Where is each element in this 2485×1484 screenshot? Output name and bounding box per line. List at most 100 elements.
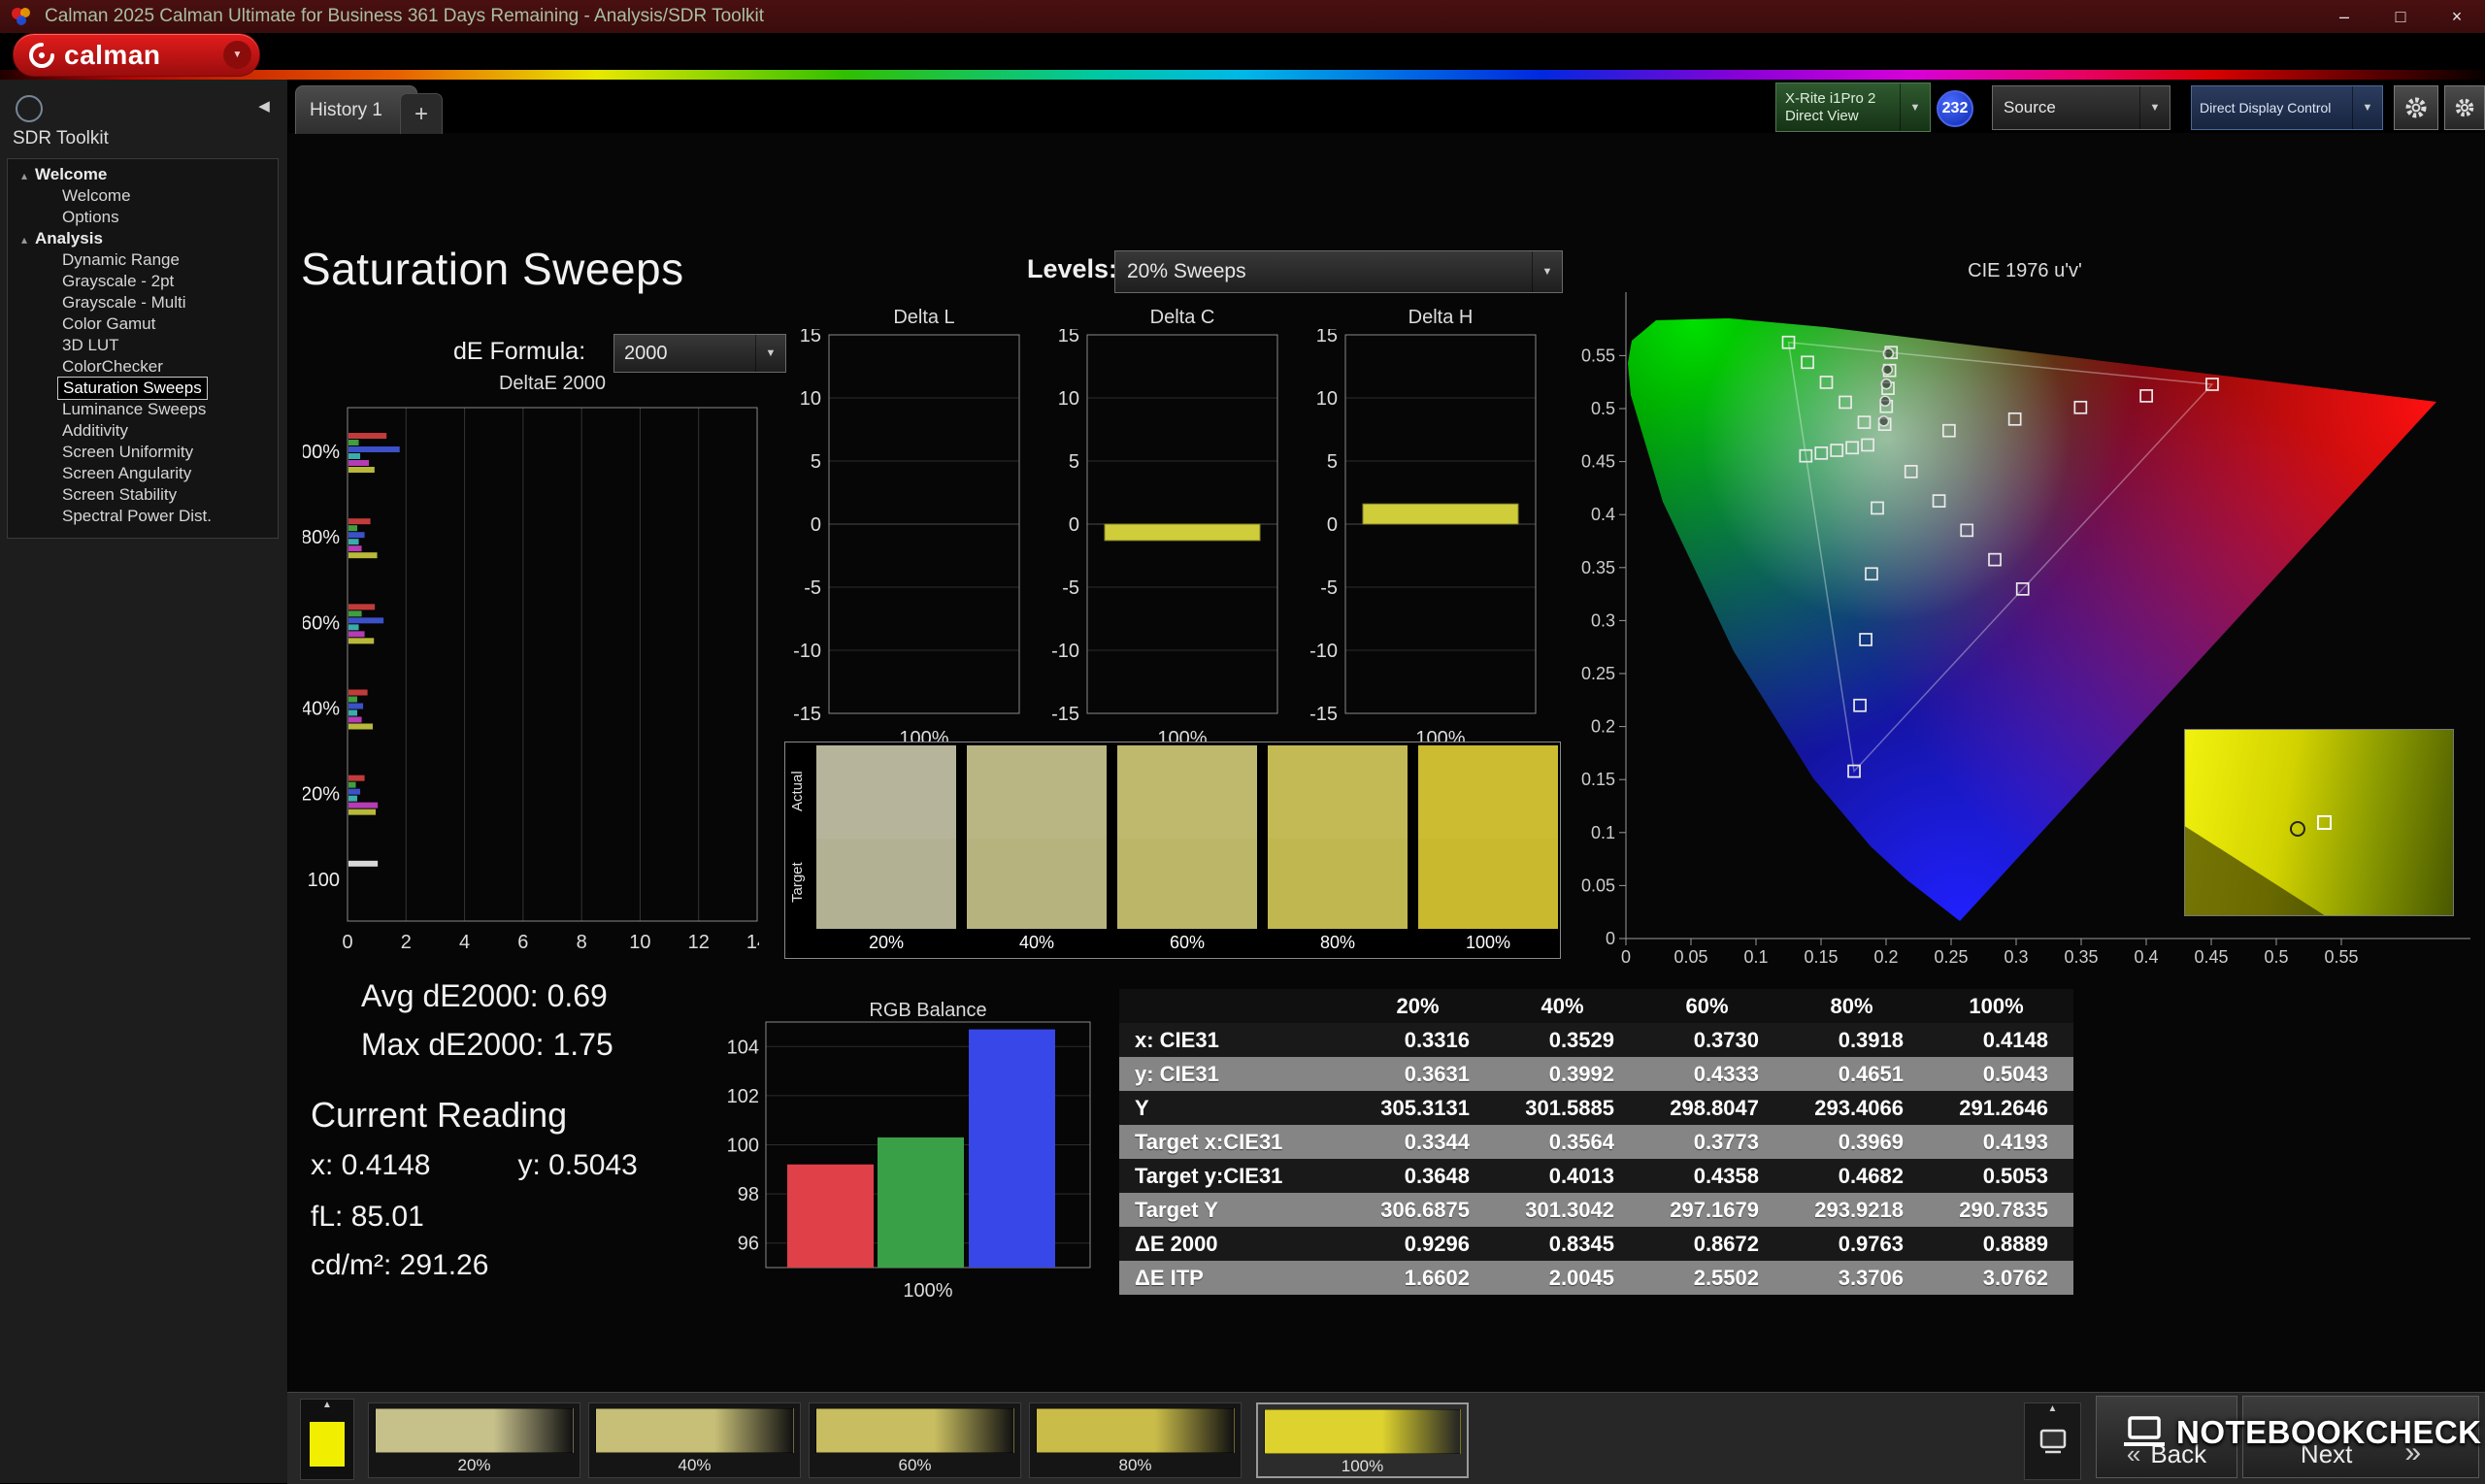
pattern-display-button[interactable] [2024,1402,2081,1480]
display-control-label: Direct Display Control [2200,100,2332,115]
pattern-level-60[interactable]: 60% [809,1402,1021,1478]
cell-value: 0.4358 [1693,1163,1759,1188]
cie-zoom-thumbnail[interactable] [2184,729,2454,916]
cie-chart-title: CIE 1976 u'v' [1968,260,2082,281]
row-label: Target Y [1135,1197,1218,1222]
sidebar-item-spectral-power-dist[interactable]: Spectral Power Dist. [8,506,278,527]
calman-menu-chevron-icon[interactable] [223,41,251,69]
sidebar-item-dynamic-range[interactable]: Dynamic Range [8,249,278,271]
svg-text:0.4: 0.4 [1591,505,1615,524]
sidebar-item-color-gamut[interactable]: Color Gamut [8,313,278,335]
pattern-level-100[interactable]: 100% [1256,1402,1469,1478]
levels-dropdown[interactable]: 20% Sweeps [1114,250,1563,293]
table-row-target-x-cie31: Target x:CIE31 0.3344 0.3564 0.3773 0.3969 0.… [1119,1125,2073,1159]
table-header-row: 20% 40% 60% 80% 100% [1119,989,2073,1023]
svg-text:0.3: 0.3 [2004,947,2028,967]
chevron-left-icon [2127,1439,2150,1469]
svg-text:0.3: 0.3 [1591,610,1615,630]
sidebar-item-luminance-sweeps[interactable]: Luminance Sweeps [8,399,278,420]
sidebar-item-additivity[interactable]: Additivity [8,420,278,442]
workflow-settings-button[interactable] [2444,85,2485,130]
cell-value: 290.7835 [1959,1197,2048,1222]
cell-value: 0.4148 [1982,1027,2048,1052]
reading-cdm2: cd/m²: 291.26 [311,1249,489,1281]
cell-value: 0.5053 [1982,1163,2048,1188]
cell-value: 0.4333 [1693,1061,1759,1086]
sidebar-item-options[interactable]: Options [8,207,278,228]
meter-count-badge[interactable]: 232 [1937,90,1973,127]
meter-dropdown[interactable]: X-Rite i1Pro 2 Direct View [1775,82,1931,132]
sidebar-item-screen-uniformity[interactable]: Screen Uniformity [8,442,278,463]
calman-menu-button[interactable]: calman [13,33,260,77]
minimize-button[interactable]: – [2316,0,2372,33]
table-row-target-y-cie31: Target y:CIE31 0.3648 0.4013 0.4358 0.4682 0.… [1119,1159,2073,1193]
cell-value: 0.3918 [1838,1027,1904,1052]
sidebar-item-grayscale-multi[interactable]: Grayscale - Multi [8,292,278,313]
svg-text:0.4: 0.4 [2134,947,2158,967]
svg-text:0.1: 0.1 [1591,823,1615,842]
settings-gear-button[interactable] [2394,85,2438,130]
sidebar-item-grayscale-2pt[interactable]: Grayscale - 2pt [8,271,278,292]
sidebar-item-colorchecker[interactable]: ColorChecker [8,356,278,378]
svg-text:0: 0 [811,514,821,536]
cell-value: 0.3564 [1548,1129,1614,1154]
de-formula-label: dE Formula: [453,338,586,365]
svg-text:0.2: 0.2 [1591,717,1615,737]
de-formula-dropdown[interactable]: 2000 [613,334,786,373]
table-row-e-2000: ΔE 2000 0.9296 0.8345 0.8672 0.9763 0.8889 [1119,1227,2073,1261]
svg-text:100%: 100% [903,1280,952,1302]
svg-text:0.5: 0.5 [1591,399,1615,418]
calman-swirl-icon [29,42,54,68]
source-dropdown[interactable]: Source [1992,85,2170,130]
cell-value: 0.4193 [1982,1129,2048,1154]
workflow-tree: WelcomeWelcomeOptionsAnalysisDynamic Ran… [7,158,279,539]
pattern-level-color [815,1408,1014,1453]
maximize-button[interactable]: □ [2372,0,2429,33]
sidebar-item-saturation-sweeps[interactable]: Saturation Sweeps [57,377,208,400]
pattern-window-button[interactable] [300,1399,354,1480]
source-label: Source [2004,98,2056,116]
sidebar-item-welcome[interactable]: Welcome [8,185,278,207]
sidebar-item-screen-stability[interactable]: Screen Stability [8,484,278,506]
swatch-target [967,839,1107,929]
swatch-label: 80% [1268,929,1408,956]
pattern-level-80[interactable]: 80% [1029,1402,1242,1478]
pattern-level-label: 60% [898,1456,932,1474]
cell-value: 306.6875 [1380,1197,1470,1222]
sidebar-item-3d-lut[interactable]: 3D LUT [8,335,278,356]
add-tab-button[interactable]: + [400,93,443,134]
swatch-label: 100% [1418,929,1558,956]
svg-text:0: 0 [1606,929,1615,948]
swatch-row: 20% 40% 60% 80% 100% [816,745,1558,956]
svg-text:-5: -5 [1062,577,1079,599]
app-icon [12,8,30,25]
svg-text:0.25: 0.25 [1934,947,1968,967]
pattern-color-swatch [310,1422,345,1467]
sidebar-item-screen-angularity[interactable]: Screen Angularity [8,463,278,484]
svg-text:2: 2 [401,932,412,953]
swatch-target [1268,839,1408,929]
row-label: ΔE 2000 [1135,1231,1218,1256]
sidebar-section-welcome[interactable]: Welcome [8,164,278,185]
table-column-header: 60% [1685,993,1729,1018]
pattern-level-label: 20% [457,1456,491,1474]
session-indicator-icon[interactable] [16,95,43,122]
pattern-level-20[interactable]: 20% [368,1402,580,1478]
svg-text:0.25: 0.25 [1581,664,1615,683]
display-control-dropdown[interactable]: Direct Display Control [2191,85,2383,130]
swatch-target [816,839,956,929]
svg-text:-5: -5 [804,577,821,599]
next-button[interactable]: Next [2242,1396,2479,1478]
pattern-level-40[interactable]: 40% [588,1402,801,1478]
sidebar-section-analysis[interactable]: Analysis [8,228,278,249]
chevron-down-icon [2139,86,2170,129]
svg-text:5: 5 [1069,451,1079,473]
calman-app: Calman 2025 Calman Ultimate for Business… [0,0,2485,1484]
svg-text:-10: -10 [793,641,821,662]
sidebar-collapse-button[interactable] [250,91,278,120]
back-button[interactable]: Back [2096,1396,2237,1478]
svg-text:100: 100 [727,1136,759,1157]
table-column-header: 20% [1396,993,1440,1018]
svg-text:0.1: 0.1 [1743,947,1768,967]
close-button[interactable]: × [2429,0,2485,33]
